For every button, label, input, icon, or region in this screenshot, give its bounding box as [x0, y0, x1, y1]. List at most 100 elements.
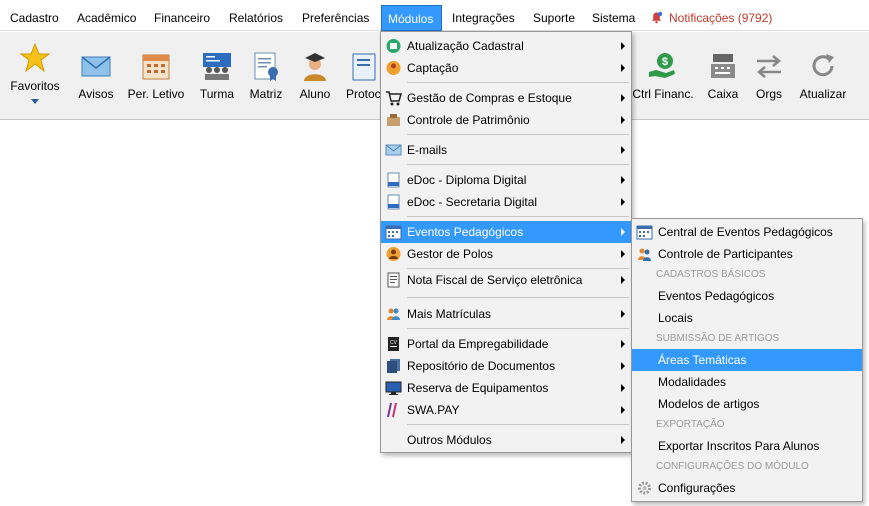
- menu-separator: [407, 82, 629, 83]
- submenu-item-areas-tematicas[interactable]: Áreas Temáticas: [632, 349, 862, 371]
- menu-item-eventos-pedagogicos[interactable]: Eventos Pedagógicos: [381, 221, 631, 243]
- toolbar-label: Favoritos: [10, 79, 60, 93]
- toolbar-label: Turma: [199, 87, 235, 101]
- menu-financeiro[interactable]: Financeiro: [148, 5, 216, 31]
- toolbar-label: Ctrl Financ.: [632, 87, 694, 101]
- submenu-arrow-icon: [621, 436, 625, 444]
- menu-cadastro[interactable]: Cadastro: [4, 5, 65, 31]
- menu-item-edoc-secretaria[interactable]: eDoc - Secretaria Digital: [381, 191, 631, 213]
- enrollment-people-icon: [387, 308, 400, 320]
- menu-item-outros-modulos[interactable]: Outros Módulos: [381, 429, 631, 451]
- menu-item-label: Configurações: [658, 481, 736, 495]
- menu-bar: Cadastro Acadêmico Financeiro Relatórios…: [0, 5, 869, 31]
- menu-suporte[interactable]: Suporte: [527, 5, 581, 31]
- submenu-arrow-icon: [621, 362, 625, 370]
- toolbar-caixa-button[interactable]: Caixa: [702, 32, 744, 120]
- toolbar-per-letivo-button[interactable]: Per. Letivo: [124, 32, 188, 120]
- envelope-icon: [81, 56, 111, 77]
- submenu-item-controle-participantes[interactable]: Controle de Participantes: [632, 243, 862, 265]
- swa-pay-logo-icon: [387, 402, 397, 418]
- menu-item-label: Outros Módulos: [407, 433, 492, 447]
- menu-item-emails[interactable]: E-mails: [381, 139, 631, 161]
- menu-item-label: Gestão de Compras e Estoque: [407, 91, 572, 105]
- envelope-icon: [385, 144, 402, 156]
- menu-item-label: Reserva de Equipamentos: [407, 381, 549, 395]
- submenu-arrow-icon: [621, 340, 625, 348]
- submenu-arrow-icon: [621, 276, 625, 284]
- menu-item-mais-matriculas[interactable]: Mais Matrículas: [381, 303, 631, 325]
- calendar-icon: [385, 225, 402, 240]
- submenu-item-locais[interactable]: Locais: [632, 307, 862, 329]
- submenu-item-central-eventos[interactable]: Central de Eventos Pedagógicos: [632, 221, 862, 243]
- notifications-link[interactable]: Notificações (9792): [650, 5, 772, 31]
- menu-item-label: E-mails: [407, 143, 448, 157]
- menu-item-swa-pay[interactable]: SWA.PAY: [381, 399, 631, 421]
- cash-register-icon: [711, 54, 735, 78]
- menu-item-label: Locais: [658, 311, 693, 325]
- submenu-arrow-icon: [621, 64, 625, 72]
- submenu-item-modelos-artigos[interactable]: Modelos de artigos: [632, 393, 862, 415]
- menu-separator: [407, 297, 629, 298]
- toolbar-label: Aluno: [299, 87, 331, 101]
- menu-item-captacao[interactable]: Captação: [381, 57, 631, 79]
- toolbar-protocolo-button[interactable]: Protoc: [343, 32, 383, 120]
- toolbar-turma-button[interactable]: Turma: [194, 32, 240, 120]
- toolbar-label: Protoc: [346, 87, 381, 101]
- submenu-arrow-icon: [621, 176, 625, 184]
- menu-item-label: Eventos Pedagógicos: [658, 289, 775, 303]
- menu-academico[interactable]: Acadêmico: [71, 5, 142, 31]
- submenu-item-modalidades[interactable]: Modalidades: [632, 371, 862, 393]
- toolbar-aluno-button[interactable]: Aluno: [293, 32, 337, 120]
- monitor-icon: [385, 381, 402, 395]
- menu-item-gestor-polos[interactable]: Gestor de Polos: [381, 243, 631, 265]
- eventos-pedagogicos-submenu: Central de Eventos Pedagógicos Controle …: [631, 218, 863, 502]
- menu-modulos[interactable]: Módulos: [381, 5, 442, 31]
- menu-item-label: Áreas Temáticas: [658, 353, 747, 367]
- menu-preferencias[interactable]: Preferências: [296, 5, 375, 31]
- protocol-document-icon: [352, 53, 376, 81]
- submenu-arrow-icon: [621, 228, 625, 236]
- menu-sistema[interactable]: Sistema: [586, 5, 641, 31]
- menu-item-label: eDoc - Secretaria Digital: [407, 195, 538, 209]
- toolbar-avisos-button[interactable]: Avisos: [72, 32, 120, 120]
- toolbar-label: Atualizar: [799, 87, 847, 101]
- menu-item-reserva-equipamentos[interactable]: Reserva de Equipamentos: [381, 377, 631, 399]
- submenu-arrow-icon: [621, 198, 625, 206]
- toolbar-favoritos-button[interactable]: Favoritos: [5, 32, 65, 120]
- menu-item-atualizacao-cadastral[interactable]: Atualização Cadastral: [381, 35, 631, 57]
- submenu-item-exportar-inscritos[interactable]: Exportar Inscritos Para Alunos: [632, 435, 862, 457]
- menu-item-label: Gestor de Polos: [407, 247, 494, 261]
- menu-item-repositorio-documentos[interactable]: Repositório de Documentos: [381, 355, 631, 377]
- update-register-icon: [386, 39, 401, 53]
- menu-item-label: Nota Fiscal de Serviço eletrônica: [407, 273, 583, 287]
- menu-item-nota-fiscal[interactable]: Nota Fiscal de Serviço eletrônica: [381, 269, 631, 291]
- menu-item-label: Modelos de artigos: [658, 397, 760, 411]
- toolbar-matriz-button[interactable]: Matriz: [244, 32, 288, 120]
- section-header-configuracoes: CONFIGURAÇÕES DO MÓDULO: [656, 461, 809, 472]
- svg-text:CV: CV: [390, 340, 398, 346]
- menu-item-label: Eventos Pedagógicos: [407, 225, 524, 239]
- swap-arrows-icon: [757, 55, 781, 78]
- calendar-icon: [636, 225, 653, 240]
- menu-item-label: Repositório de Documentos: [407, 359, 556, 373]
- toolbar-label: Matriz: [249, 87, 283, 101]
- menu-integracoes[interactable]: Integrações: [446, 5, 521, 31]
- toolbar-ctrl-financ-button[interactable]: $ Ctrl Financ.: [632, 32, 694, 120]
- submenu-item-configuracoes[interactable]: Configurações: [632, 477, 862, 499]
- menu-separator: [407, 164, 629, 165]
- submenu-arrow-icon: [621, 116, 625, 124]
- refresh-icon: [812, 54, 834, 77]
- toolbar-atualizar-button[interactable]: Atualizar: [796, 32, 850, 120]
- menu-item-portal-empregabilidade[interactable]: CV Portal da Empregabilidade: [381, 333, 631, 355]
- menu-item-gestao-compras[interactable]: Gestão de Compras e Estoque: [381, 87, 631, 109]
- toolbar-orgs-button[interactable]: Orgs: [750, 32, 788, 120]
- class-group-icon: [203, 53, 231, 80]
- edoc-document-icon: [387, 172, 400, 188]
- person-pin-icon: [386, 247, 401, 261]
- menu-relatorios[interactable]: Relatórios: [223, 5, 289, 31]
- menu-item-label: Exportar Inscritos Para Alunos: [658, 439, 820, 453]
- submenu-item-eventos-pedagogicos[interactable]: Eventos Pedagógicos: [632, 285, 862, 307]
- menu-item-edoc-diploma[interactable]: eDoc - Diploma Digital: [381, 169, 631, 191]
- participants-icon: [638, 248, 651, 261]
- menu-item-controle-patrimonio[interactable]: Controle de Patrimônio: [381, 109, 631, 131]
